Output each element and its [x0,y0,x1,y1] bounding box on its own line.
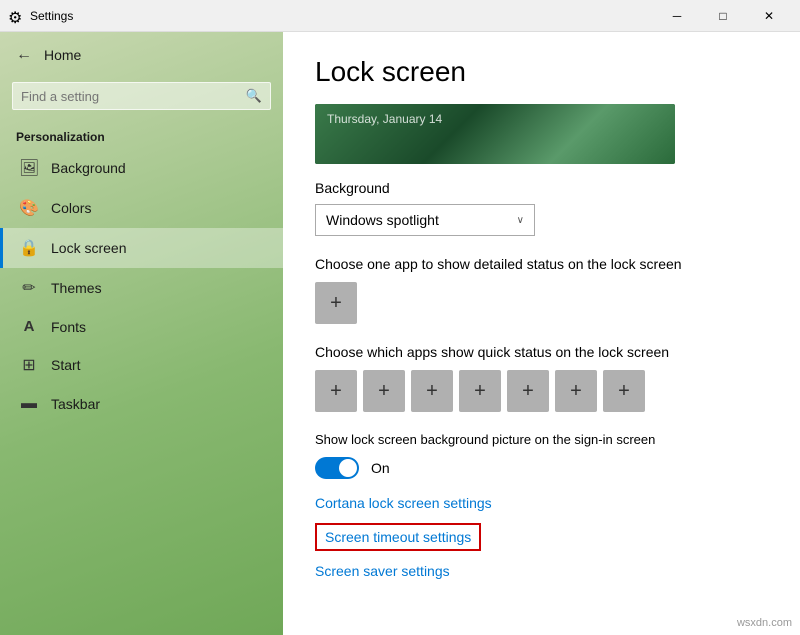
app-container: ← Home 🔍 Personalization 🖼 Background 🎨 … [0,32,800,635]
watermark: wsxdn.com [737,617,792,629]
colors-icon: 🎨 [19,198,39,218]
background-field-label: Background [315,180,768,196]
taskbar-icon: ▬ [19,395,39,413]
close-button[interactable]: ✕ [746,0,792,32]
quick-app-button-7[interactable]: + [603,370,645,412]
window-controls: ─ □ ✕ [654,0,792,32]
cortana-settings-link[interactable]: Cortana lock screen settings [315,495,768,511]
section-label: Personalization [0,122,283,148]
quick-app-button-2[interactable]: + [363,370,405,412]
fonts-icon: A [19,318,39,335]
sign-in-toggle[interactable] [315,457,359,479]
toggle-state-label: On [371,460,390,476]
home-label: Home [44,47,81,63]
search-icon: 🔍 [246,88,262,104]
maximize-button[interactable]: □ [700,0,746,32]
sidebar-item-themes-label: Themes [51,280,102,296]
quick-app-button-6[interactable]: + [555,370,597,412]
settings-icon: ⚙ [8,8,24,24]
quick-status-label: Choose which apps show quick status on t… [315,344,768,360]
search-input[interactable] [21,89,246,104]
sidebar-item-colors[interactable]: 🎨 Colors [0,188,283,228]
detailed-status-label: Choose one app to show detailed status o… [315,256,768,272]
title-bar-title: Settings [30,9,654,23]
background-dropdown[interactable]: Windows spotlight ∨ [315,204,535,236]
preview-date-text: Thursday, January 14 [327,112,442,126]
sidebar-item-themes[interactable]: ✏ Themes [0,268,283,308]
add-detail-app-button[interactable]: + [315,282,357,324]
screen-timeout-highlight-box: Screen timeout settings [315,523,481,551]
search-box[interactable]: 🔍 [12,82,271,110]
quick-app-buttons: + + + + + + + [315,370,768,412]
quick-app-button-3[interactable]: + [411,370,453,412]
screen-timeout-link[interactable]: Screen timeout settings [317,525,479,549]
sign-in-toggle-row: On [315,457,768,479]
screen-saver-link[interactable]: Screen saver settings [315,563,768,579]
sidebar-item-taskbar-label: Taskbar [51,396,100,412]
sidebar-item-start-label: Start [51,357,81,373]
background-icon: 🖼 [19,158,39,178]
chevron-down-icon: ∨ [517,215,524,226]
detailed-app-buttons: + [315,282,768,324]
dropdown-value: Windows spotlight [326,212,439,228]
title-bar: ⚙ Settings ─ □ ✕ [0,0,800,32]
sidebar-item-colors-label: Colors [51,200,91,216]
quick-app-button-5[interactable]: + [507,370,549,412]
content-area: Lock screen Thursday, January 14 Backgro… [283,32,800,635]
lock-screen-preview: Thursday, January 14 [315,104,675,164]
lock-screen-icon: 🔒 [19,238,39,258]
sidebar-item-fonts[interactable]: A Fonts [0,308,283,345]
sidebar-item-taskbar[interactable]: ▬ Taskbar [0,385,283,423]
sidebar-item-background[interactable]: 🖼 Background [0,148,283,188]
sidebar-item-lock-screen[interactable]: 🔒 Lock screen [0,228,283,268]
themes-icon: ✏ [19,278,39,298]
sidebar: ← Home 🔍 Personalization 🖼 Background 🎨 … [0,32,283,635]
quick-app-button-1[interactable]: + [315,370,357,412]
minimize-button[interactable]: ─ [654,0,700,32]
sign-in-label: Show lock screen background picture on t… [315,432,768,447]
quick-app-button-4[interactable]: + [459,370,501,412]
start-icon: ⊞ [19,355,39,375]
sidebar-item-start[interactable]: ⊞ Start [0,345,283,385]
sidebar-item-lock-screen-label: Lock screen [51,240,126,256]
sidebar-item-fonts-label: Fonts [51,319,86,335]
toggle-thumb [339,459,357,477]
back-icon: ← [16,46,32,64]
home-nav-item[interactable]: ← Home [0,32,283,78]
sidebar-item-background-label: Background [51,160,126,176]
page-title: Lock screen [315,56,768,88]
